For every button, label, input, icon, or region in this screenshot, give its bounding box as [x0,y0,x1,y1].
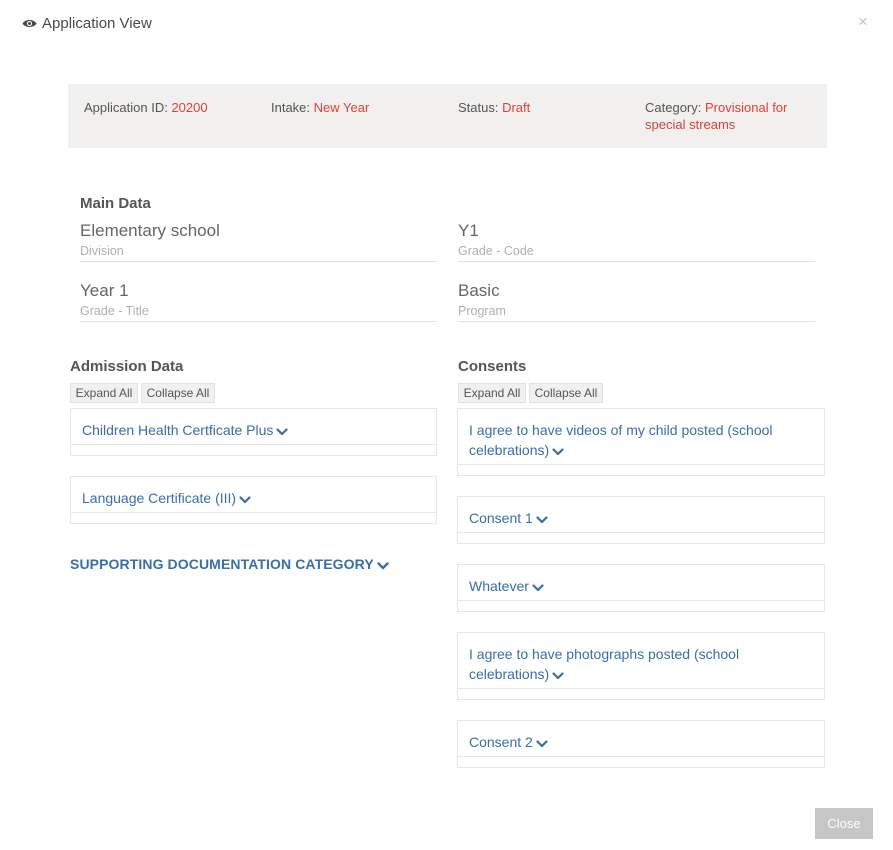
application-id-value: 20200 [171,100,208,115]
divider [458,600,824,601]
divider [458,464,824,465]
application-id: Application ID: 20200 [84,100,208,115]
divider [458,261,815,262]
accordion-header[interactable]: Consent 2 [469,732,816,753]
divider [80,321,437,322]
grade-title-field: Year 1 Grade - Title [80,281,437,322]
division-field: Elementary school Division [80,221,437,262]
chevron-down-icon [532,577,544,597]
consents-title: Consents [458,358,527,375]
eye-icon [22,18,37,29]
consent-item-consent-1: Consent 1 [457,496,825,544]
admission-data-title: Admission Data [70,358,184,375]
supporting-documentation-toggle[interactable]: SUPPORTING DOCUMENTATION CATEGORY [70,556,389,573]
consents-collapse-all-button[interactable]: Collapse All [529,383,603,403]
accordion-header[interactable]: Whatever [469,576,816,597]
chevron-down-icon [552,665,564,685]
accordion-header[interactable]: Children Health Certficate Plus [82,420,428,441]
divider [71,512,436,513]
chevron-down-icon [536,509,548,529]
main-data-title: Main Data [80,195,151,212]
consent-item-whatever: Whatever [457,564,825,612]
close-icon[interactable]: × [858,13,868,30]
divider [458,321,815,322]
category-value-line2: special streams [645,117,736,132]
chevron-down-icon [377,557,389,573]
intake-value: New Year [313,100,370,115]
divider [71,444,436,445]
divider [458,756,824,757]
divider [80,261,437,262]
chevron-down-icon [276,421,289,441]
intake: Intake: New Year [271,100,370,115]
accordion-header[interactable]: Language Certificate (III) [82,488,428,509]
modal-title-text: Application View [42,15,152,32]
consent-item-consent-2: Consent 2 [457,720,825,768]
admission-item-health-certificate: Children Health Certficate Plus [70,408,437,456]
grade-code-field: Y1 Grade - Code [458,221,815,262]
chevron-down-icon [552,441,564,461]
admission-item-language-certificate: Language Certificate (III) [70,476,437,524]
consents-expand-all-button[interactable]: Expand All [458,383,526,403]
divider [458,532,824,533]
divider [458,688,824,689]
accordion-header[interactable]: I agree to have videos of my child poste… [469,420,816,461]
close-button[interactable]: Close [815,808,873,839]
chevron-down-icon [239,489,251,509]
category-value: Provisional for [705,100,788,115]
status-value: Draft [502,100,531,115]
category: Category: Provisional for special stream… [645,100,788,132]
application-summary: Application ID: 20200 Intake: New Year S… [68,84,827,148]
chevron-down-icon [536,733,548,753]
status: Status: Draft [458,100,531,115]
admission-collapse-all-button[interactable]: Collapse All [141,383,215,403]
program-field: Basic Program [458,281,815,322]
modal-title: Application View [22,15,152,32]
accordion-header[interactable]: I agree to have photographs posted (scho… [469,644,816,685]
accordion-header[interactable]: Consent 1 [469,508,816,529]
consent-item-photographs: I agree to have photographs posted (scho… [457,632,825,700]
consent-item-videos: I agree to have videos of my child poste… [457,408,825,476]
admission-expand-all-button[interactable]: Expand All [70,383,138,403]
